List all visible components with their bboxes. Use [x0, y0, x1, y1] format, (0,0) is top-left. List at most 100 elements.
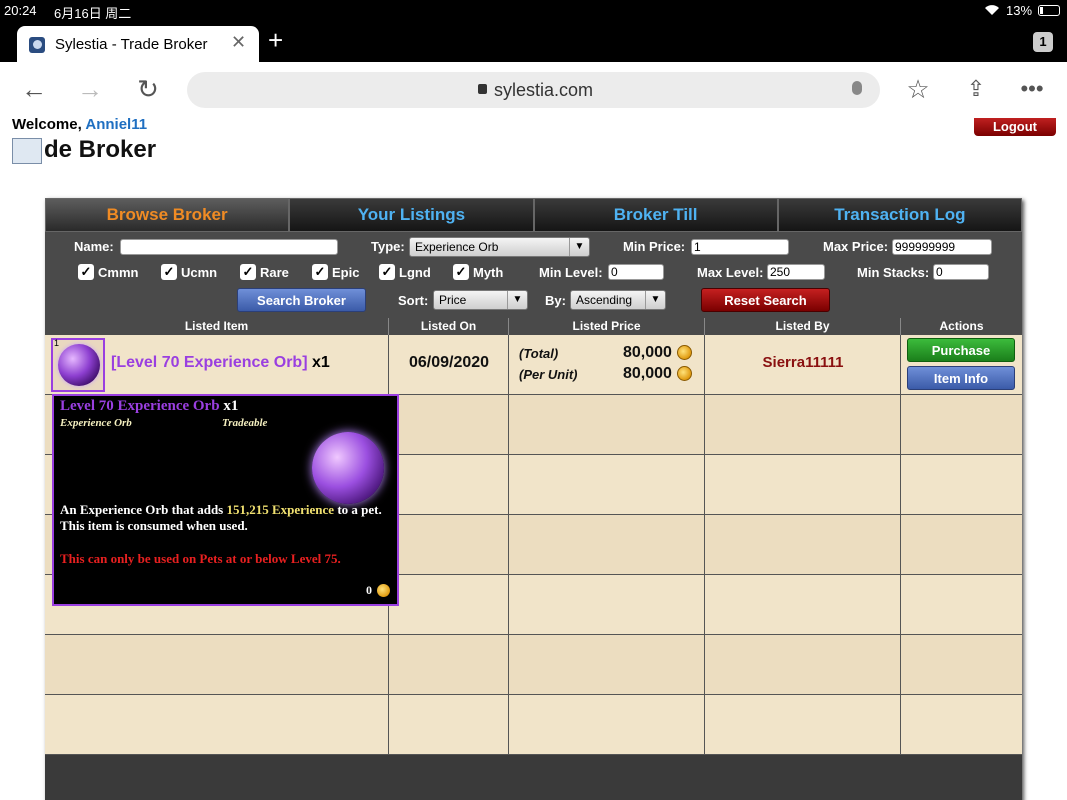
battery-icon [1038, 5, 1060, 16]
cmmn-label: Cmmn [98, 265, 139, 280]
rare-checkbox[interactable]: ✓ [240, 264, 256, 280]
empty-cell [705, 575, 901, 635]
address-bar[interactable]: sylestia.com [187, 72, 880, 108]
empty-cell [389, 575, 509, 635]
empty-cell [509, 395, 705, 455]
price-cell: (Total) 80,000 (Per Unit) 80,000 [509, 335, 705, 395]
microphone-icon[interactable] [852, 81, 862, 95]
min-price-input[interactable]: 1 [691, 239, 789, 255]
col-listed-on: Listed On [389, 318, 509, 335]
tab-broker-till[interactable]: Broker Till [533, 198, 778, 232]
cmmn-checkbox[interactable]: ✓ [78, 264, 94, 280]
tab-your-listings[interactable]: Your Listings [289, 198, 534, 232]
tab-browse-broker[interactable]: Browse Broker [45, 198, 290, 232]
myth-label: Myth [473, 265, 504, 280]
unit-price: 80,000 [623, 365, 672, 382]
back-icon[interactable]: ← [18, 74, 50, 106]
new-tab-icon[interactable]: + [268, 26, 283, 54]
experience-orb-icon [58, 344, 100, 386]
item-name-link[interactable]: [Level 70 Experience Orb] x1 [111, 354, 330, 372]
url-text: sylestia.com [494, 80, 594, 100]
rare-label: Rare [260, 265, 289, 280]
more-icon[interactable]: ••• [1016, 74, 1048, 106]
tab-count-button[interactable]: 1 [1033, 32, 1053, 52]
coin-icon [377, 584, 390, 597]
tooltip-value: 0 [366, 583, 372, 597]
browser-tab[interactable]: Sylestia - Trade Broker ✕ [17, 26, 259, 62]
item-info-button[interactable]: Item Info [907, 366, 1015, 390]
date-cell: 06/09/2020 [389, 335, 509, 395]
page-title-text: de Broker [44, 136, 157, 163]
welcome-label: Welcome, [12, 118, 82, 133]
broker-icon [12, 137, 42, 164]
ucmn-checkbox[interactable]: ✓ [161, 264, 177, 280]
reload-icon[interactable]: ↻ [132, 74, 164, 106]
min-level-input[interactable]: 0 [608, 264, 664, 280]
item-cell: 1 [Level 70 Experience Orb] x1 [45, 335, 389, 395]
item-thumbnail[interactable]: 1 [51, 338, 105, 392]
forward-icon[interactable]: → [74, 74, 106, 106]
browser-tab-bar: Sylestia - Trade Broker ✕ + 1 [0, 20, 1067, 62]
tooltip-warning: This can only be used on Pets at or belo… [60, 551, 341, 566]
col-actions: Actions [939, 319, 984, 333]
reset-search-button[interactable]: Reset Search [701, 288, 830, 312]
empty-cell [509, 515, 705, 575]
seller-link[interactable]: Sierra11111 [705, 354, 901, 371]
stack-count: 1 [54, 338, 60, 348]
epic-checkbox[interactable]: ✓ [312, 264, 328, 280]
name-input[interactable] [120, 239, 338, 255]
min-stacks-input[interactable]: 0 [933, 264, 989, 280]
type-select-value: Experience Orb [415, 240, 499, 254]
empty-cell [901, 515, 1022, 575]
myth-checkbox[interactable]: ✓ [453, 264, 469, 280]
share-icon[interactable]: ⇪ [960, 74, 992, 106]
logout-button[interactable]: Logout [974, 118, 1056, 136]
browser-toolbar: ← → ↻ sylestia.com ☆ ⇪ ••• [0, 62, 1067, 118]
empty-cell [705, 635, 901, 695]
search-filters: Name: Type: Experience Orb ▼ Min Price: 1… [45, 232, 1022, 318]
purchase-button[interactable]: Purchase [907, 338, 1015, 362]
lgnd-checkbox[interactable]: ✓ [379, 264, 395, 280]
max-level-input[interactable]: 250 [767, 264, 825, 280]
web-page: Welcome, Anniel11 Logout de Broker Brows… [0, 118, 1067, 800]
table-row [45, 695, 1022, 755]
empty-cell [389, 455, 509, 515]
name-label: Name: [74, 239, 114, 254]
bookmark-star-icon[interactable]: ☆ [902, 74, 934, 106]
search-broker-button[interactable]: Search Broker [237, 288, 366, 312]
close-tab-icon[interactable]: ✕ [231, 32, 246, 53]
order-select[interactable]: Ascending ▼ [570, 290, 666, 310]
epic-label: Epic [332, 265, 360, 280]
tab-transaction-log[interactable]: Transaction Log [777, 198, 1022, 232]
welcome-text: Welcome, Anniel11 [12, 118, 147, 133]
sort-select[interactable]: Price ▼ [433, 290, 528, 310]
table-header: Listed Item Listed On Listed Price Liste… [45, 318, 1022, 335]
item-tooltip: Level 70 Experience Orb x1 Experience Or… [52, 394, 399, 606]
empty-cell [509, 635, 705, 695]
col-listed-by: Listed By [705, 318, 901, 335]
table-row: 1 [Level 70 Experience Orb] x1 06/09/202… [45, 335, 1022, 395]
empty-cell [389, 515, 509, 575]
total-price: 80,000 [623, 344, 672, 361]
tooltip-qty: x1 [223, 398, 239, 414]
max-price-input[interactable]: 999999999 [892, 239, 992, 255]
min-level-label: Min Level: [539, 265, 603, 280]
total-label: (Total) [519, 346, 559, 361]
col-listed-item: Listed Item [45, 318, 389, 335]
page-title: de Broker [12, 136, 156, 164]
seller-cell: Sierra11111 [705, 335, 901, 395]
max-level-label: Max Level: [697, 265, 764, 280]
by-label: By: [545, 293, 566, 308]
clock: 20:24 [4, 3, 37, 18]
chevron-down-icon: ▼ [645, 291, 665, 309]
empty-cell [705, 695, 901, 755]
coin-icon [677, 366, 692, 381]
chevron-down-icon: ▼ [569, 238, 589, 256]
type-select[interactable]: Experience Orb ▼ [409, 237, 590, 257]
empty-cell [509, 575, 705, 635]
item-qty: x1 [311, 354, 330, 371]
username-link[interactable]: Anniel11 [85, 118, 147, 133]
experience-orb-icon [312, 432, 384, 504]
empty-cell [705, 395, 901, 455]
empty-cell [45, 695, 389, 755]
